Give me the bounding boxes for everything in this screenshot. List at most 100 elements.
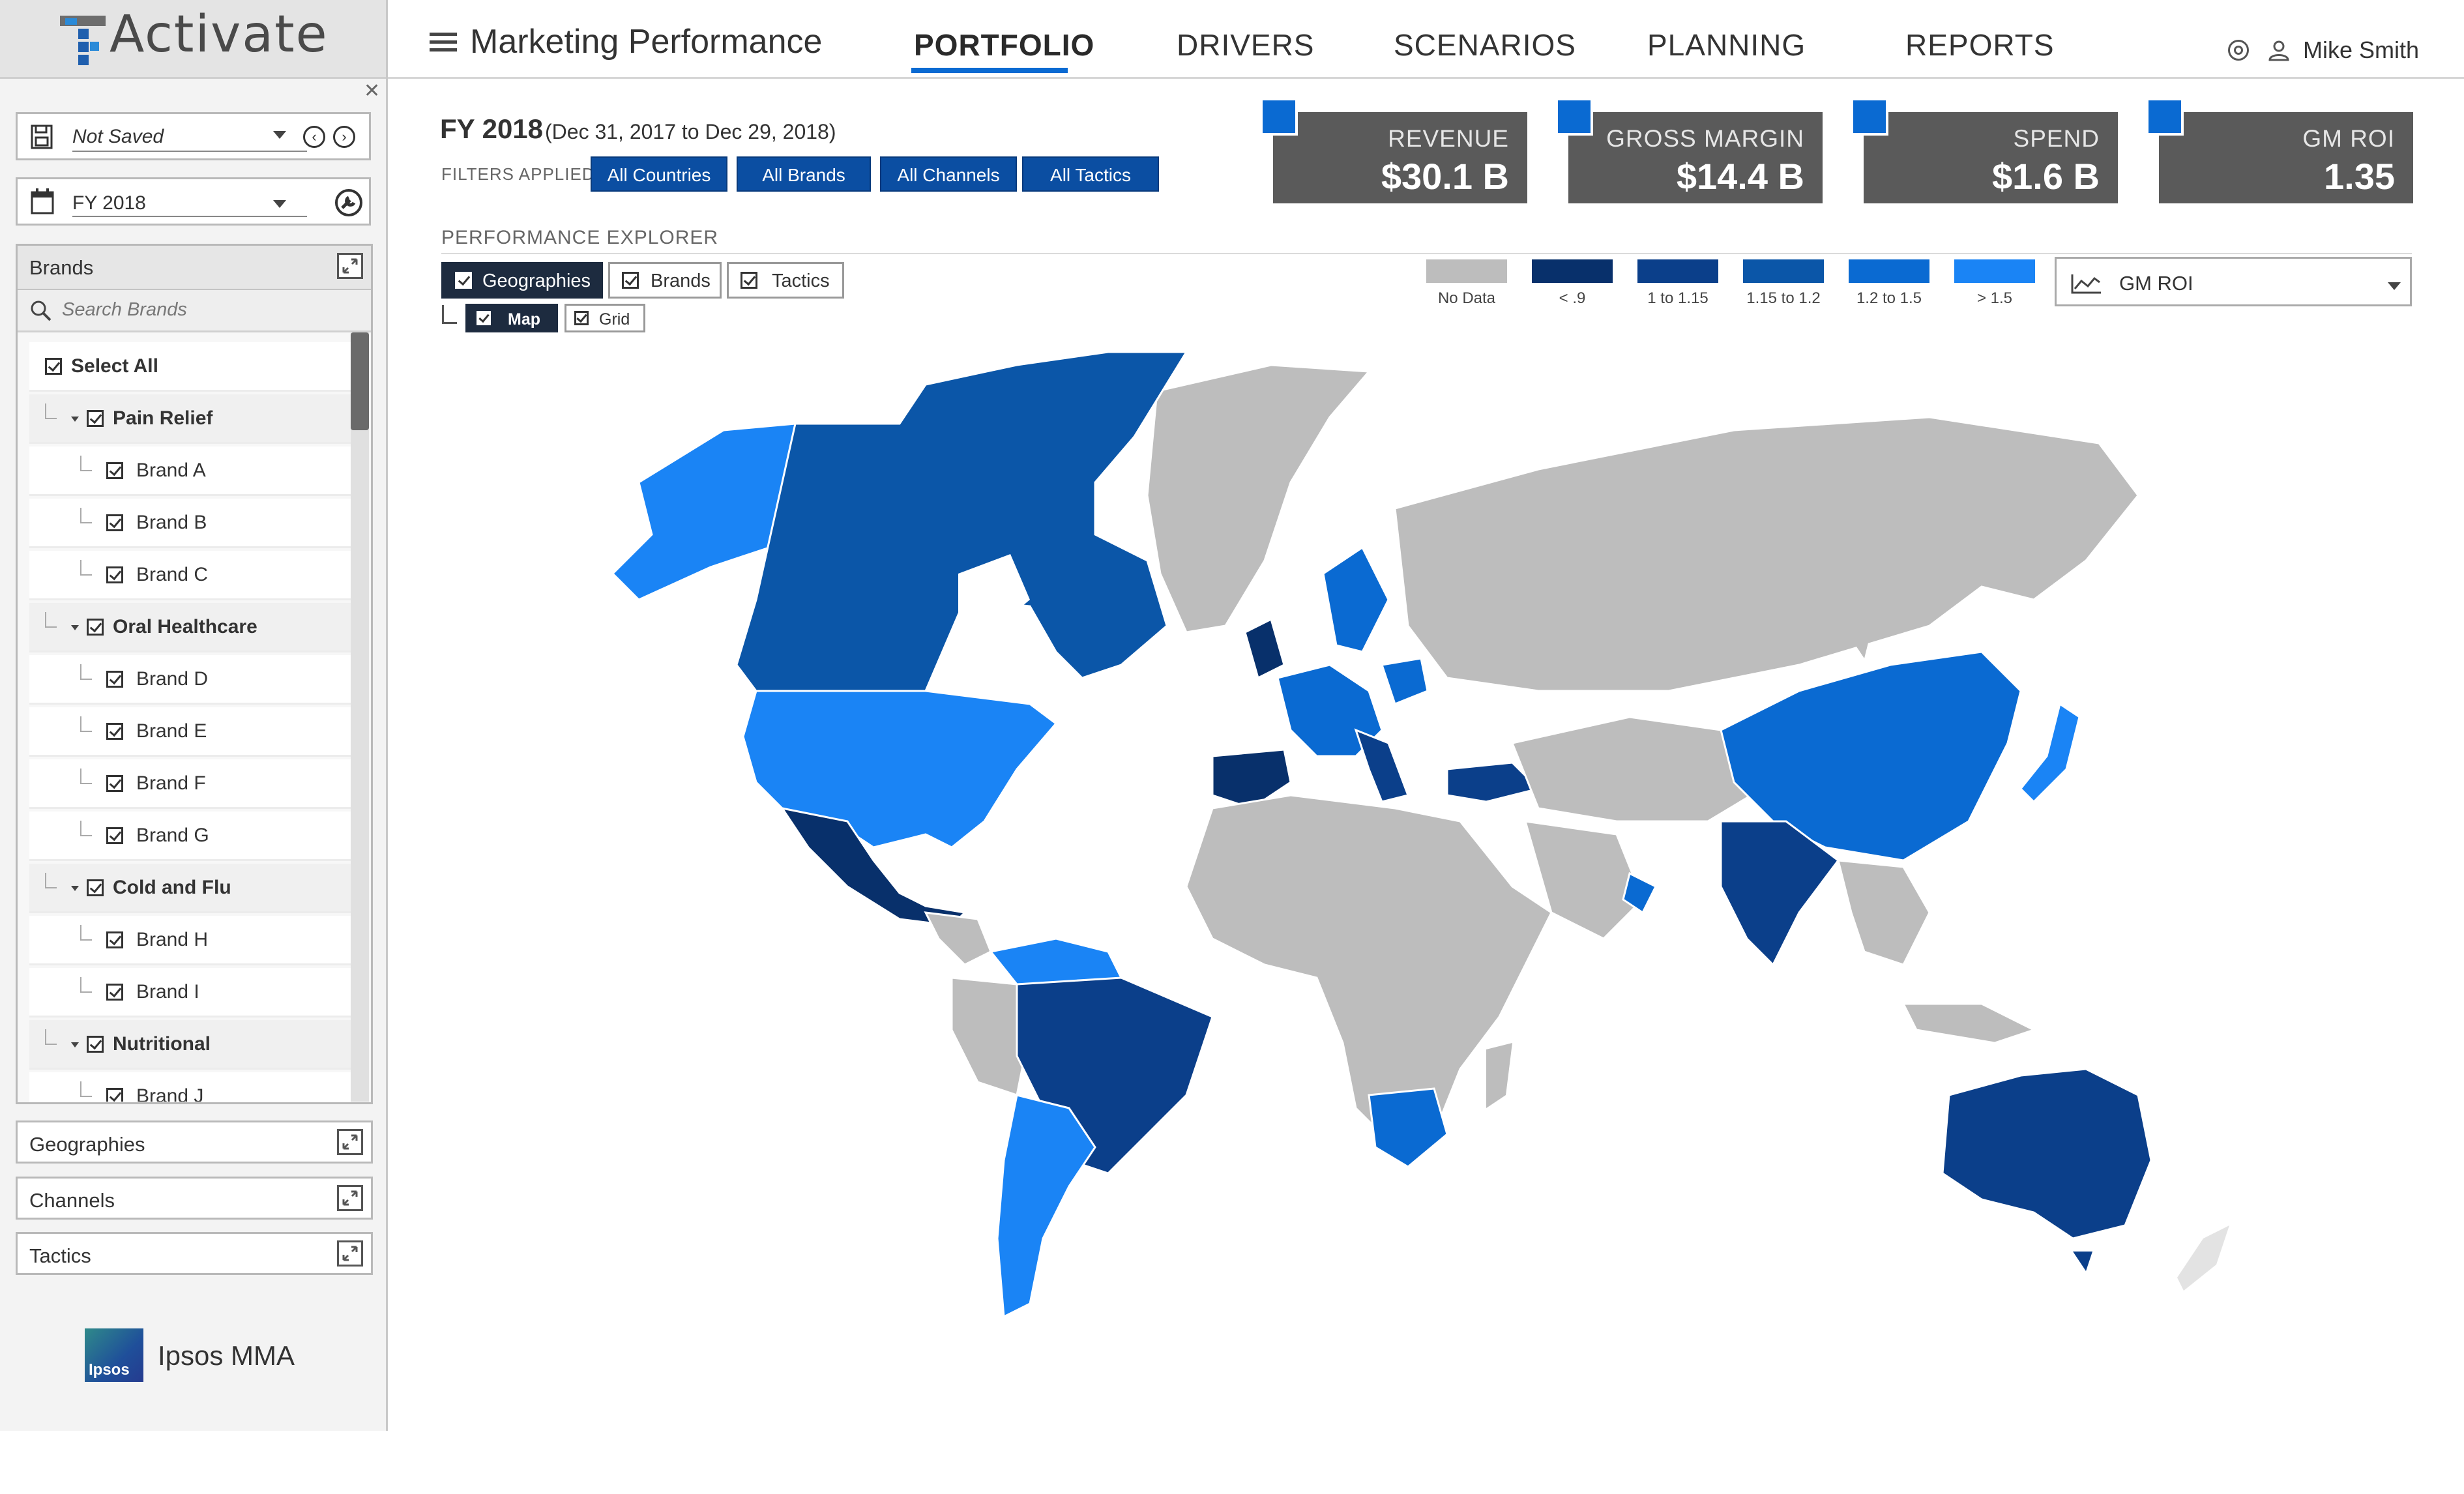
legend-label: > 1.5 bbox=[1976, 289, 2013, 307]
world-map[interactable] bbox=[561, 326, 2308, 1343]
filter-chip-channels[interactable]: All Channels bbox=[880, 156, 1017, 192]
ipsos-logo-mark: Ipsos bbox=[85, 1328, 143, 1382]
checkbox-icon[interactable] bbox=[106, 984, 123, 1001]
toggle-geographies[interactable]: Geographies bbox=[441, 262, 603, 299]
tree-connector bbox=[80, 769, 92, 784]
kpi-card-spend[interactable]: SPEND $1.6 B bbox=[1851, 98, 2118, 203]
expand-icon[interactable] bbox=[337, 1240, 363, 1267]
search-icon bbox=[31, 300, 51, 321]
brand-row[interactable]: Brand B bbox=[29, 499, 355, 548]
expand-icon[interactable] bbox=[337, 253, 363, 279]
collapse-sidebar-icon[interactable]: ✕ bbox=[364, 80, 380, 102]
checkbox-icon[interactable] bbox=[106, 723, 123, 740]
expand-caret-icon[interactable] bbox=[71, 625, 79, 630]
metric-select[interactable]: GM ROI bbox=[2055, 257, 2412, 306]
checkbox-icon[interactable] bbox=[106, 514, 123, 531]
map-region-uk bbox=[1244, 617, 1285, 680]
kpi-card-gross-margin[interactable]: GROSS MARGIN $14.4 B bbox=[1555, 98, 1823, 203]
brand-row-label: Brand C bbox=[136, 564, 209, 585]
kpi-card-gm-roi[interactable]: GM ROI 1.35 bbox=[2146, 98, 2413, 203]
map-region-japan bbox=[2019, 702, 2081, 804]
checkbox-icon[interactable] bbox=[87, 619, 104, 636]
brand-group-row-label: Nutritional bbox=[113, 1033, 211, 1055]
brand-row[interactable]: Brand F bbox=[29, 759, 355, 809]
expand-caret-icon[interactable] bbox=[71, 1042, 79, 1047]
filter-chip-brands[interactable]: All Brands bbox=[737, 156, 871, 192]
expand-caret-icon[interactable] bbox=[71, 886, 79, 891]
kpi-card-revenue[interactable]: REVENUE $30.1 B bbox=[1260, 98, 1527, 203]
brand-group-row[interactable]: Cold and Flu bbox=[29, 864, 355, 913]
brand-group-row-label: Pain Relief bbox=[113, 407, 213, 429]
expand-icon[interactable] bbox=[337, 1129, 363, 1155]
checkbox-icon[interactable] bbox=[45, 358, 62, 375]
tab-planning[interactable]: PLANNING bbox=[1647, 27, 1806, 63]
checkbox-icon[interactable] bbox=[106, 827, 123, 844]
kpi-value: $30.1 B bbox=[1381, 156, 1509, 197]
undo-icon[interactable]: ‹ bbox=[303, 126, 325, 148]
brand-row[interactable]: Brand H bbox=[29, 916, 355, 965]
checkbox-icon[interactable] bbox=[106, 671, 123, 688]
toggle-map-view[interactable]: Map bbox=[465, 304, 558, 332]
legend-swatch bbox=[1426, 259, 1507, 283]
checkbox-icon[interactable] bbox=[87, 879, 104, 896]
scenario-select[interactable]: Not Saved ‹ › bbox=[16, 112, 371, 160]
brand-list-scrollbar[interactable] bbox=[351, 332, 369, 1102]
toggle-brands[interactable]: Brands bbox=[608, 262, 722, 299]
ipsos-logo-text: Ipsos MMA bbox=[158, 1340, 295, 1371]
app-logo[interactable]: Activate bbox=[0, 0, 386, 79]
chevron-down-icon bbox=[2388, 282, 2401, 290]
redo-icon[interactable]: › bbox=[333, 126, 355, 148]
brand-row[interactable]: Brand G bbox=[29, 812, 355, 861]
map-region-italy bbox=[1354, 728, 1409, 803]
brand-row-label: Brand G bbox=[136, 825, 209, 846]
calendar-icon bbox=[31, 188, 54, 214]
checkbox-icon[interactable] bbox=[87, 410, 104, 427]
user-icon[interactable] bbox=[2268, 39, 2290, 61]
brand-tree: Select All Pain Relief Brand A Brand B Brand… bbox=[29, 342, 355, 1102]
brand-row[interactable]: Brand C bbox=[29, 551, 355, 600]
menu-icon[interactable] bbox=[430, 33, 457, 56]
legend-label: 1.15 to 1.2 bbox=[1746, 289, 1821, 307]
checkbox-icon[interactable] bbox=[106, 1088, 123, 1102]
brand-row[interactable]: Brand J bbox=[29, 1072, 355, 1102]
period-title: FY 2018 bbox=[440, 113, 544, 144]
brand-row-label: Brand D bbox=[136, 668, 209, 690]
tab-reports[interactable]: REPORTS bbox=[1905, 27, 2055, 63]
legend-swatch bbox=[1849, 259, 1929, 283]
toggle-tactics[interactable]: Tactics bbox=[727, 262, 844, 299]
brand-group-row[interactable]: Pain Relief bbox=[29, 394, 355, 444]
checkbox-icon[interactable] bbox=[87, 1036, 104, 1053]
period-select[interactable]: FY 2018 bbox=[16, 177, 371, 226]
tactics-panel[interactable]: Tactics bbox=[16, 1232, 373, 1275]
tree-connector bbox=[45, 1029, 57, 1045]
brand-row[interactable]: Brand A bbox=[29, 447, 355, 496]
tab-portfolio[interactable]: PORTFOLIO bbox=[914, 27, 1094, 63]
tab-drivers[interactable]: DRIVERS bbox=[1177, 27, 1314, 63]
checkbox-icon[interactable] bbox=[106, 931, 123, 948]
brand-search-input[interactable]: Search Brands bbox=[18, 290, 371, 332]
brand-row[interactable]: Brand E bbox=[29, 707, 355, 757]
geographies-panel[interactable]: Geographies bbox=[16, 1120, 373, 1164]
checkbox-icon[interactable] bbox=[106, 775, 123, 792]
help-icon[interactable] bbox=[2228, 40, 2249, 61]
brand-group-row[interactable]: Nutritional bbox=[29, 1020, 355, 1070]
chevron-down-icon bbox=[273, 131, 286, 139]
channels-panel[interactable]: Channels bbox=[16, 1177, 373, 1220]
expand-icon[interactable] bbox=[337, 1185, 363, 1211]
user-name[interactable]: Mike Smith bbox=[2303, 37, 2419, 64]
brand-row-label: Brand J bbox=[136, 1085, 204, 1102]
kpi-indicator bbox=[2146, 98, 2184, 136]
expand-caret-icon[interactable] bbox=[71, 417, 79, 422]
filter-chip-tactics[interactable]: All Tactics bbox=[1022, 156, 1159, 192]
scrollbar-thumb[interactable] bbox=[351, 332, 369, 430]
checkbox-icon[interactable] bbox=[106, 566, 123, 583]
filter-chip-countries[interactable]: All Countries bbox=[591, 156, 727, 192]
brands-panel-title: Brands bbox=[29, 256, 94, 279]
select-all-row[interactable]: Select All bbox=[29, 342, 355, 392]
brand-row[interactable]: Brand D bbox=[29, 655, 355, 705]
tab-scenarios[interactable]: SCENARIOS bbox=[1394, 27, 1576, 63]
brand-row[interactable]: Brand I bbox=[29, 968, 355, 1018]
checkbox-icon[interactable] bbox=[106, 462, 123, 479]
settings-wrench-icon[interactable] bbox=[334, 188, 363, 217]
brand-group-row[interactable]: Oral Healthcare bbox=[29, 603, 355, 652]
